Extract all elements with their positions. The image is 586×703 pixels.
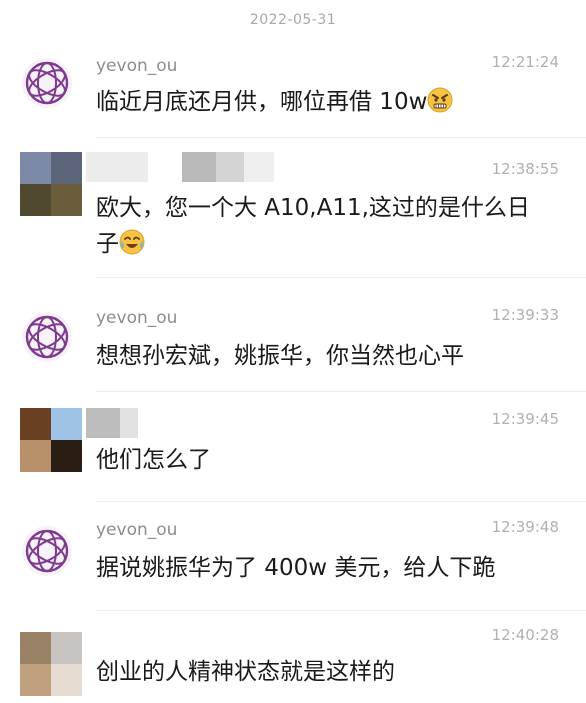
message-time: 12:39:45 [491, 410, 559, 428]
avatar[interactable] [20, 310, 74, 364]
message-text-content: 临近月底还月供，哪位再借 10w [96, 89, 428, 115]
ring-logo-icon [20, 56, 74, 110]
sender-name: yevon_ou [96, 308, 178, 328]
message-text-line-2: 子 [96, 226, 546, 262]
angry-face-icon [427, 87, 453, 113]
avatar[interactable] [20, 632, 82, 696]
message-divider [96, 501, 586, 502]
message-time: 12:39:48 [491, 518, 559, 536]
avatar[interactable] [20, 56, 74, 110]
message-time: 12:21:24 [491, 53, 559, 71]
sender-name: yevon_ou [96, 56, 178, 76]
ring-logo-icon [20, 524, 74, 578]
message-time: 12:39:33 [491, 306, 559, 324]
sender-name: yevon_ou [96, 520, 178, 540]
message-divider [96, 610, 586, 611]
message-text: 欧大，您一个大 A10,A11,这过的是什么日 子 [96, 190, 546, 262]
chat-message: 12:38:55 欧大，您一个大 A10,A11,这过的是什么日 子 [0, 138, 586, 278]
chat-message: 12:40:28 创业的人精神状态就是这样的 [0, 620, 586, 703]
message-text: 想想孙宏斌，姚振华，你当然也心平 [96, 343, 464, 369]
chat-message: yevon_ou 12:39:48 据说姚振华为了 400w 美元，给人下跪 [0, 514, 586, 614]
chat-message: yevon_ou 12:39:33 想想孙宏斌，姚振华，你当然也心平 [0, 302, 586, 392]
avatar[interactable] [20, 152, 82, 216]
message-text-line-2-content: 子 [96, 231, 119, 257]
message-text: 临近月底还月供，哪位再借 10w [96, 84, 546, 120]
chat-message: 12:39:45 他们怎么了 [0, 402, 586, 502]
date-separator: 2022-05-31 [249, 12, 337, 28]
message-text: 他们怎么了 [96, 447, 211, 473]
chat-message: yevon_ou 12:21:24 临近月底还月供，哪位再借 10w [0, 48, 586, 138]
message-text-line-1: 欧大，您一个大 A10,A11,这过的是什么日 [96, 195, 530, 221]
message-text: 据说姚振华为了 400w 美元，给人下跪 [96, 555, 496, 581]
ring-logo-icon [20, 310, 74, 364]
message-time: 12:38:55 [491, 160, 559, 178]
avatar[interactable] [20, 524, 74, 578]
message-time: 12:40:28 [491, 626, 559, 644]
message-divider [96, 391, 586, 392]
crying-laughing-face-icon [119, 229, 145, 255]
message-divider [96, 277, 586, 278]
message-text: 创业的人精神状态就是这样的 [96, 659, 395, 685]
avatar[interactable] [20, 408, 82, 472]
